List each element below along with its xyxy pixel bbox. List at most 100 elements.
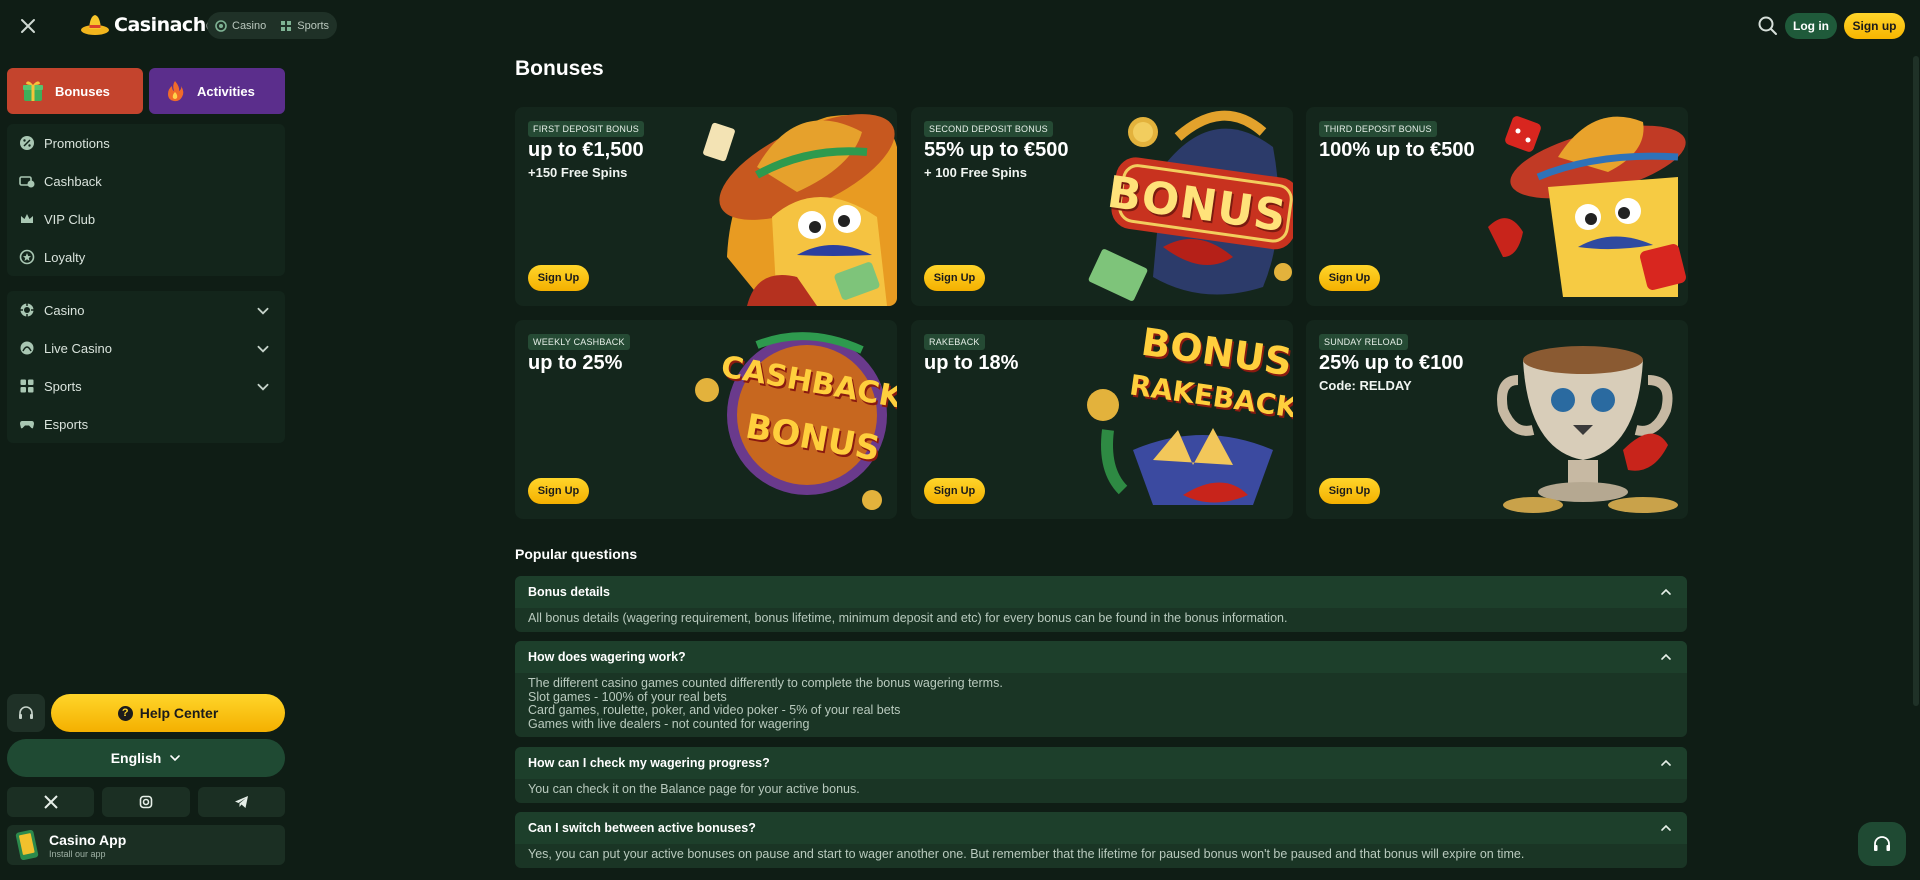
phone-app-icon bbox=[15, 830, 39, 860]
chevron-down-icon bbox=[170, 755, 181, 762]
sidebar-item-live-casino[interactable]: Live Casino bbox=[7, 329, 285, 367]
sidebar-item-label: Promotions bbox=[44, 135, 110, 151]
sidebar-item-label: Esports bbox=[44, 416, 89, 432]
sports-icon bbox=[281, 20, 292, 31]
language-select[interactable]: English bbox=[7, 739, 285, 777]
support-headset-button[interactable] bbox=[7, 694, 45, 732]
faq-answer: Yes, you can put your active bonuses on … bbox=[515, 844, 1687, 868]
cashback-icon bbox=[19, 176, 35, 188]
bonus-card-first-deposit: FIRST DEPOSIT BONUS up to €1,500 +150 Fr… bbox=[515, 107, 897, 306]
switch-sports[interactable]: Sports bbox=[280, 20, 329, 32]
switch-casino[interactable]: Casino bbox=[215, 20, 266, 32]
faq-answer-line: Games with live dealers - not counted fo… bbox=[528, 716, 810, 731]
faq-answer-line: Slot games - 100% of your real bets bbox=[528, 689, 727, 704]
card-subtitle: + 100 Free Spins bbox=[924, 165, 1027, 180]
tab-activities-label: Activities bbox=[197, 83, 255, 99]
faq-answer-line: Card games, roulette, poker, and video p… bbox=[528, 703, 901, 717]
instagram-button[interactable] bbox=[102, 787, 190, 817]
chevron-down-icon bbox=[257, 383, 269, 391]
close-icon[interactable] bbox=[16, 14, 40, 38]
faq-question[interactable]: Can I switch between active bonuses? bbox=[515, 812, 1687, 844]
help-center-button[interactable]: ? Help Center bbox=[51, 694, 285, 732]
card-title: 100% up to €500 bbox=[1319, 139, 1475, 161]
bonus-card-sunday-reload: SUNDAY RELOAD 25% up to €100 Code: RELDA… bbox=[1306, 320, 1688, 519]
faq-answer-line: You can check it on the Balance page for… bbox=[528, 782, 860, 796]
tab-activities[interactable]: Activities bbox=[149, 68, 285, 114]
chevron-up-icon bbox=[1661, 759, 1671, 766]
chevron-down-icon bbox=[257, 307, 269, 315]
casino-app-banner[interactable]: Casino App Install our app bbox=[7, 825, 285, 865]
faq-question-text: Can I switch between active bonuses? bbox=[528, 821, 756, 835]
sign-up-button[interactable]: Sign Up bbox=[528, 478, 589, 504]
sign-up-button[interactable]: Sign Up bbox=[1319, 478, 1380, 504]
faq-heading: Popular questions bbox=[515, 546, 638, 562]
app-title: Casino App bbox=[49, 831, 127, 848]
top-bar: Casinacho Casino Sports Log in Sign up bbox=[0, 0, 1920, 52]
question-icon: ? bbox=[117, 705, 133, 721]
sign-up-button[interactable]: Sign Up bbox=[1319, 265, 1380, 291]
tab-bonuses-label: Bonuses bbox=[55, 83, 110, 99]
chevron-up-icon bbox=[1661, 588, 1671, 595]
headset-icon bbox=[19, 706, 33, 719]
sidebar-item-label: VIP Club bbox=[44, 211, 96, 227]
sign-up-button[interactable]: Sign Up bbox=[924, 265, 985, 291]
live-chat-button[interactable] bbox=[1858, 822, 1906, 866]
faq-item: Bonus details All bonus details (wagerin… bbox=[515, 576, 1687, 632]
tab-bonuses[interactable]: Bonuses bbox=[7, 68, 143, 114]
faq-item: How can I check my wagering progress? Yo… bbox=[515, 747, 1687, 803]
bonus-card-weekly-cashback: CASHBACK BONUS WEEKLY CASHBACK up to 25%… bbox=[515, 320, 897, 519]
cheese-mascot-image bbox=[1488, 116, 1686, 297]
sidebar-item-label: Loyalty bbox=[44, 249, 86, 265]
faq-question[interactable]: Bonus details bbox=[515, 576, 1687, 608]
skull-trophy-image bbox=[1497, 346, 1678, 513]
headset-icon bbox=[1874, 836, 1890, 851]
help-center-label: Help Center bbox=[139, 705, 219, 721]
x-icon bbox=[43, 795, 58, 809]
brand-name: Casinacho bbox=[114, 14, 219, 36]
gift-icon bbox=[23, 81, 43, 101]
faq-answer-line: All bonus details (wagering requirement,… bbox=[528, 611, 1288, 625]
faq-question-text: How does wagering work? bbox=[528, 650, 686, 664]
switch-sports-label: Sports bbox=[297, 19, 330, 32]
card-subtitle: Code: RELDAY bbox=[1319, 378, 1412, 393]
faq-question[interactable]: How can I check my wagering progress? bbox=[515, 747, 1687, 779]
sidebar-item-label: Sports bbox=[44, 378, 82, 394]
faq-answer-line: Yes, you can put your active bonuses on … bbox=[528, 847, 1525, 861]
x-twitter-button[interactable] bbox=[7, 787, 95, 817]
login-button[interactable]: Log in bbox=[1785, 13, 1837, 39]
sign-up-button[interactable]: Sign Up bbox=[528, 265, 589, 291]
sidebar-games-group: Casino Live Casino Sports Esports bbox=[7, 291, 285, 443]
sidebar-item-promotions[interactable]: Promotions bbox=[7, 124, 285, 162]
sombrero-guitar-mascot-image bbox=[703, 114, 897, 306]
app-subtitle: Install our app bbox=[49, 848, 106, 859]
instagram-icon bbox=[139, 795, 153, 809]
telegram-icon bbox=[234, 796, 248, 808]
card-subtitle: +150 Free Spins bbox=[528, 165, 628, 180]
sidebar-item-sports[interactable]: Sports bbox=[7, 367, 285, 405]
card-title: up to 25% bbox=[528, 352, 623, 374]
faq-answer: All bonus details (wagering requirement,… bbox=[515, 608, 1687, 632]
fire-icon bbox=[168, 81, 184, 102]
sidebar-item-vip-club[interactable]: VIP Club bbox=[7, 200, 285, 238]
signup-button[interactable]: Sign up bbox=[1844, 13, 1905, 39]
faq-answer: The different casino games counted diffe… bbox=[515, 673, 1687, 737]
telegram-button[interactable] bbox=[197, 787, 285, 817]
card-title: 55% up to €500 bbox=[924, 139, 1069, 161]
card-tag: SECOND DEPOSIT BONUS bbox=[924, 121, 1053, 137]
card-title: 25% up to €100 bbox=[1319, 352, 1464, 374]
bonus-card-third-deposit: THIRD DEPOSIT BONUS 100% up to €500 Sign… bbox=[1306, 107, 1688, 306]
brand-logo[interactable]: Casinacho bbox=[80, 10, 219, 40]
sign-up-button[interactable]: Sign Up bbox=[924, 478, 985, 504]
search-icon[interactable] bbox=[1756, 14, 1780, 38]
card-tag: WEEKLY CASHBACK bbox=[528, 334, 630, 350]
sidebar-item-cashback[interactable]: Cashback bbox=[7, 162, 285, 200]
sidebar-item-casino[interactable]: Casino bbox=[7, 291, 285, 329]
page-scrollbar[interactable] bbox=[1913, 56, 1919, 706]
social-links bbox=[7, 787, 285, 817]
chip-icon bbox=[215, 19, 227, 32]
chip-icon bbox=[20, 303, 34, 317]
sidebar-item-loyalty[interactable]: Loyalty bbox=[7, 238, 285, 276]
faq-question[interactable]: How does wagering work? bbox=[515, 641, 1687, 673]
card-title: up to 18% bbox=[924, 352, 1019, 374]
sidebar-item-esports[interactable]: Esports bbox=[7, 405, 285, 443]
